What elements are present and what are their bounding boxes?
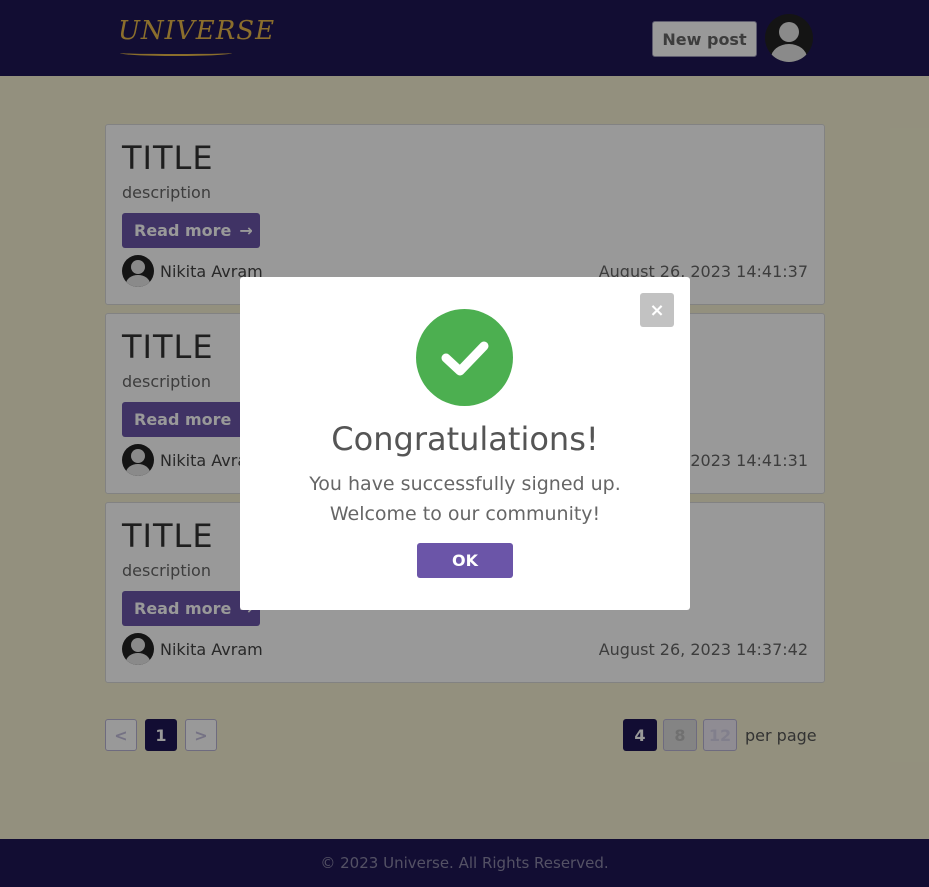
check-circle-icon — [416, 309, 513, 406]
modal-message-line1: You have successfully signed up. — [309, 473, 621, 495]
close-button[interactable]: × — [640, 293, 674, 327]
ok-button[interactable]: OK — [417, 543, 513, 578]
modal-message-line2: Welcome to our community! — [329, 503, 601, 525]
modal-message: You have successfully signed up. Welcome… — [240, 469, 690, 529]
signup-success-modal: × Congratulations! You have successfully… — [240, 277, 690, 610]
modal-title: Congratulations! — [331, 420, 599, 458]
